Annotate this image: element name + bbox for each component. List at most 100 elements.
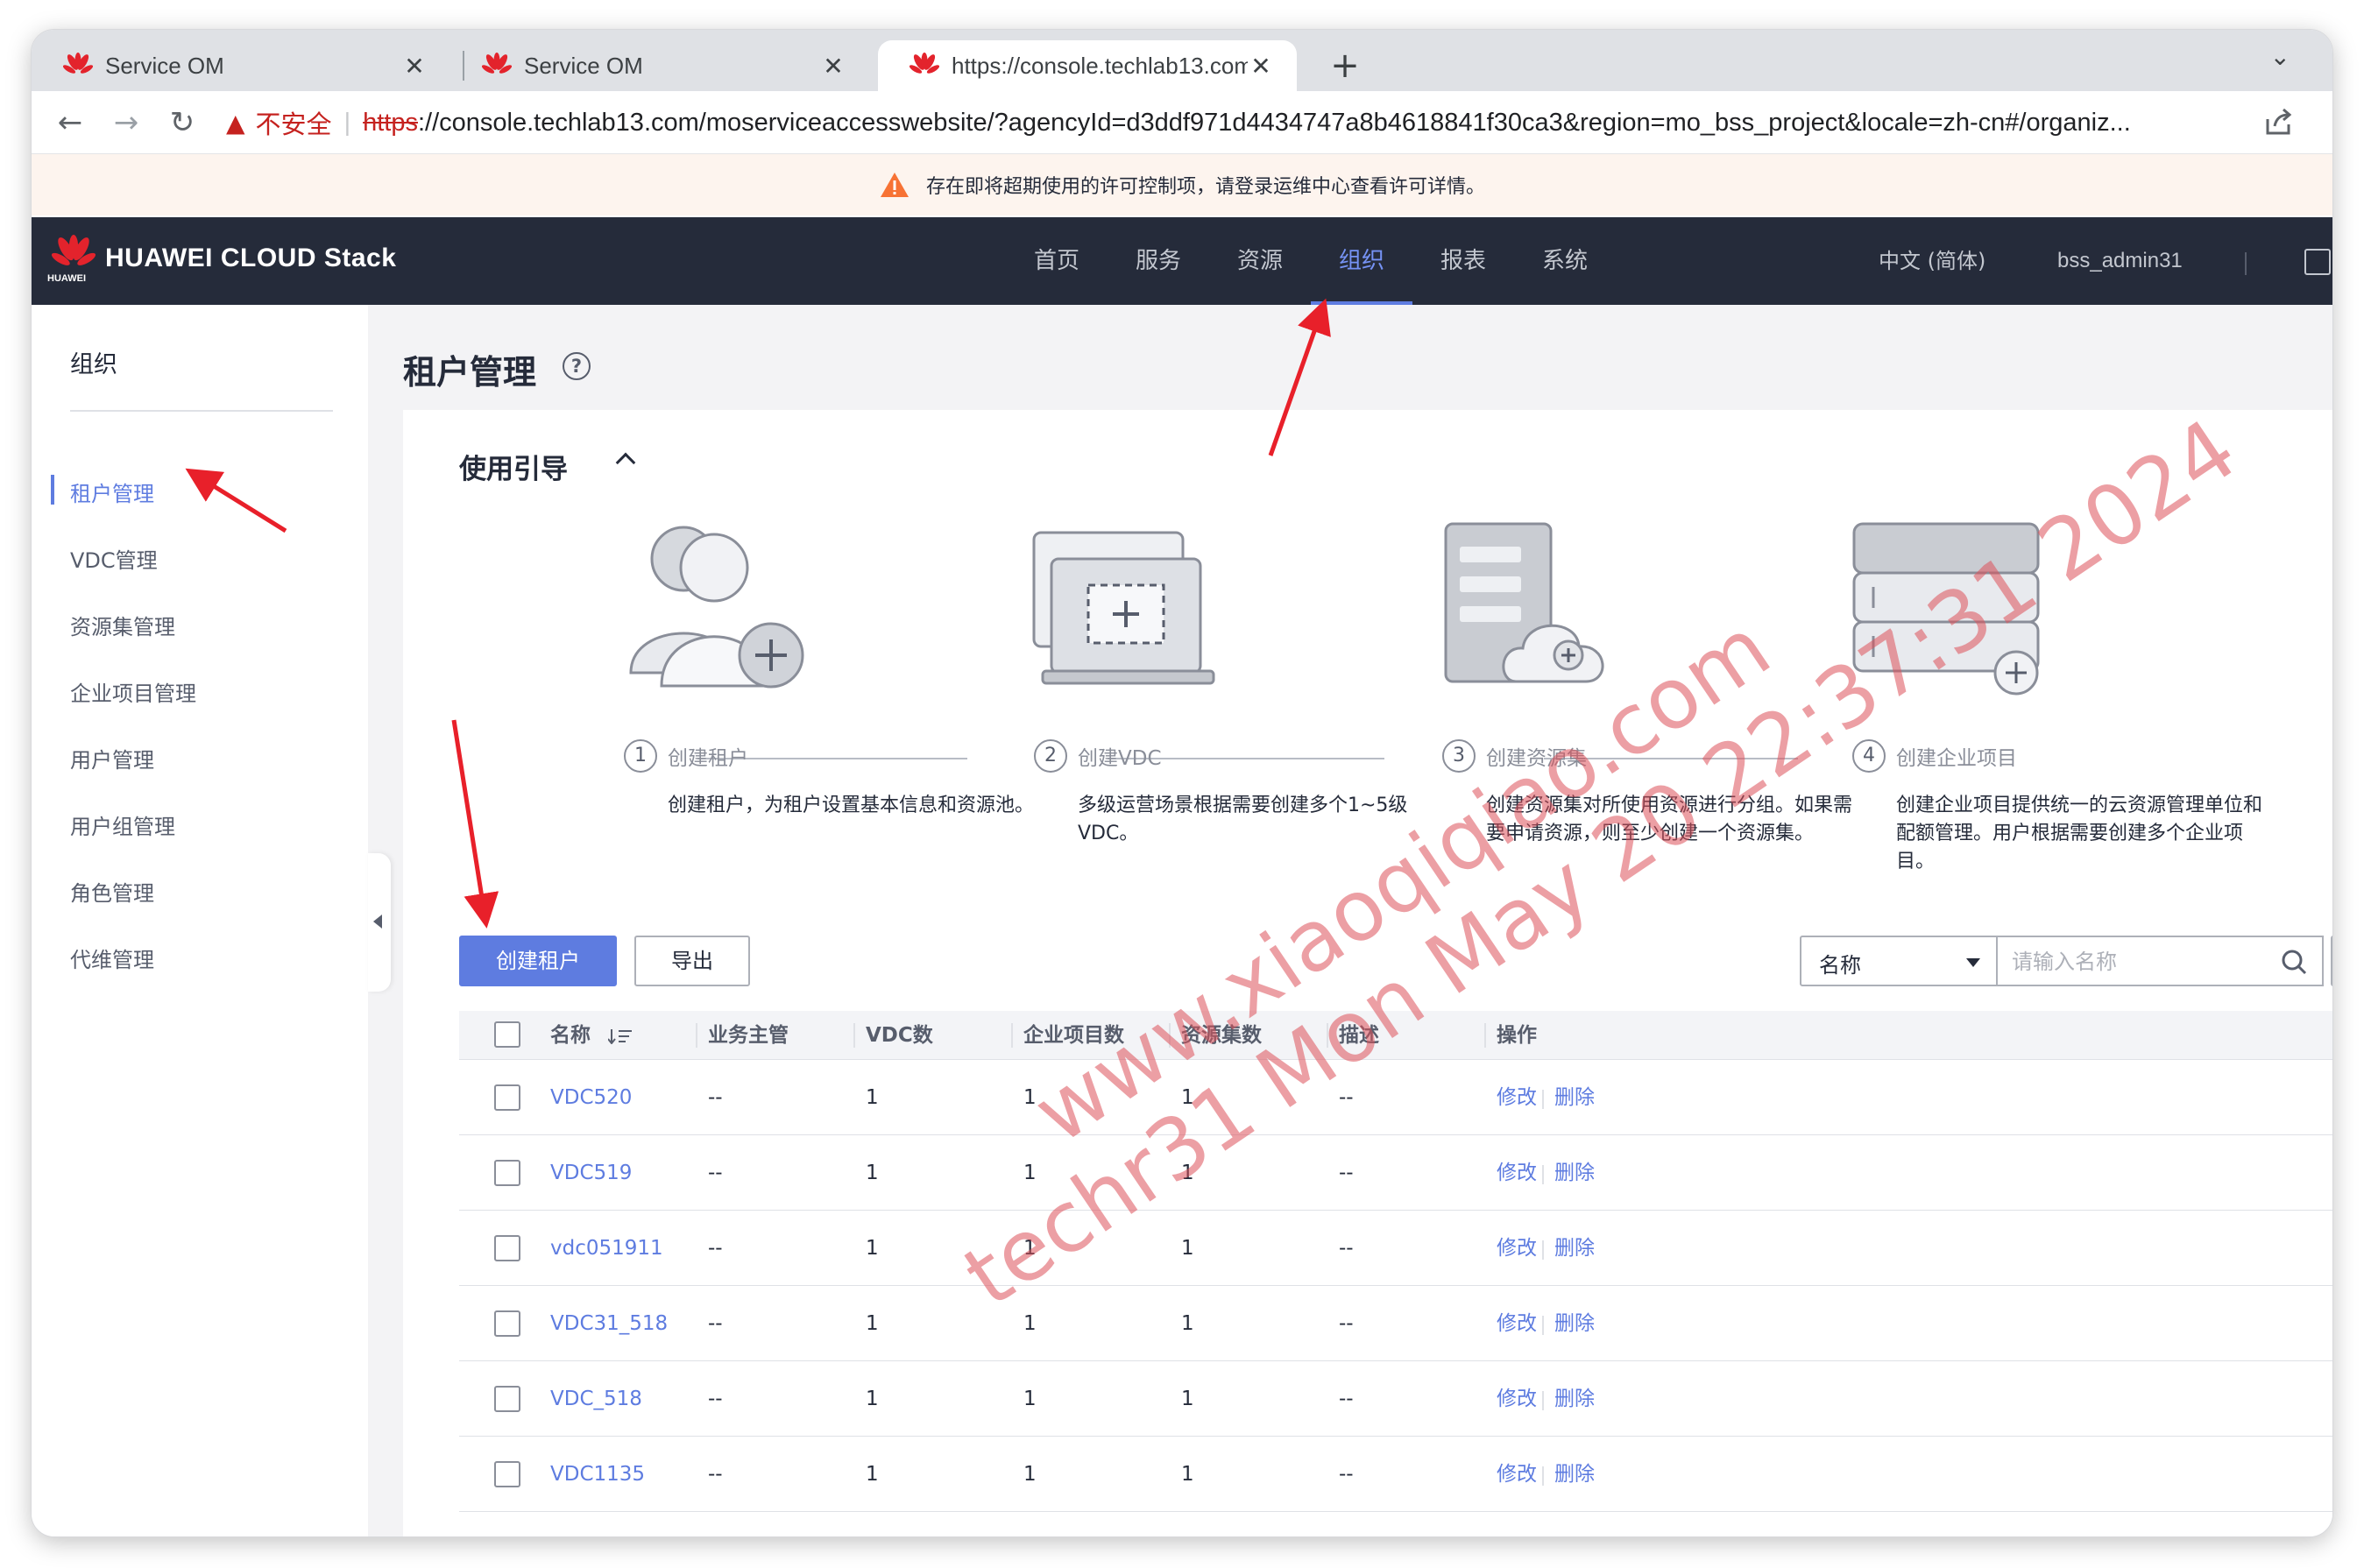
edit-link[interactable]: 修改 xyxy=(1497,1361,1537,1437)
sidebar-item-tenant[interactable]: 租户管理 xyxy=(70,477,154,507)
reload-icon[interactable]: ↻ xyxy=(163,103,202,142)
sidebar-item-roles[interactable]: 角色管理 xyxy=(70,876,154,907)
cell-vdc-count: 1 xyxy=(866,1388,879,1410)
sidebar-divider xyxy=(70,410,333,412)
language-switcher[interactable]: 中文 (简体) xyxy=(1879,217,1985,305)
server-cloud-icon xyxy=(1444,522,1604,683)
row-checkbox[interactable] xyxy=(494,1084,520,1111)
forward-arrow-icon[interactable]: → xyxy=(107,103,145,142)
column-divider xyxy=(1011,1023,1013,1048)
edit-link[interactable]: 修改 xyxy=(1497,1211,1537,1286)
browser-tab-1[interactable]: Service OM ✕ xyxy=(32,40,450,91)
tab-search-chevron-icon[interactable]: ⌄ xyxy=(2270,42,2290,71)
share-icon[interactable] xyxy=(2262,107,2294,138)
tenant-name-link[interactable]: VDC519 xyxy=(550,1135,632,1211)
tenant-name-link[interactable]: vdc051911 xyxy=(550,1211,663,1286)
delete-link[interactable]: 删除 xyxy=(1554,1211,1595,1286)
browser-tab-2[interactable]: Service OM ✕ xyxy=(450,40,869,91)
sidebar-item-user-groups[interactable]: 用户组管理 xyxy=(70,809,175,840)
step-description: 创建企业项目提供统一的云资源管理单位和配额管理。用户根据需要创建多个企业项目。 xyxy=(1896,795,2263,872)
table-row: VDC_518 -- 1 1 1 -- 修改 删除 xyxy=(459,1361,2332,1437)
sidebar-item-resource-set[interactable]: 资源集管理 xyxy=(70,610,175,640)
close-tab-icon[interactable]: ✕ xyxy=(1248,52,1274,81)
create-tenant-button[interactable]: 创建租户 xyxy=(459,936,617,986)
search-input[interactable] xyxy=(2012,946,2257,978)
nav-system[interactable]: 系统 xyxy=(1514,217,1616,305)
nav-reports[interactable]: 报表 xyxy=(1412,217,1514,305)
nav-organization[interactable]: 组织 xyxy=(1311,217,1412,305)
filter-extra-button[interactable] xyxy=(2331,936,2332,986)
tenant-name-link[interactable]: VDC_518 xyxy=(550,1361,642,1437)
huawei-logo-icon xyxy=(63,53,93,74)
step-number: 4 xyxy=(1852,739,1886,773)
column-header-projects: 企业项目数 xyxy=(1023,1024,1124,1047)
huawei-logo-icon xyxy=(910,53,939,74)
sidebar-item-maintenance[interactable]: 代维管理 xyxy=(70,943,154,973)
row-checkbox[interactable] xyxy=(494,1461,520,1487)
row-checkbox[interactable] xyxy=(494,1386,520,1412)
nav-services[interactable]: 服务 xyxy=(1108,217,1209,305)
guide-title[interactable]: 使用引导 xyxy=(459,447,568,486)
browser-tab-3[interactable]: https://console.techlab13.com ✕ xyxy=(878,40,1297,91)
cell-project-count: 1 xyxy=(1023,1162,1037,1184)
select-all-checkbox[interactable] xyxy=(494,1021,520,1048)
tenant-name-link[interactable]: VDC31_518 xyxy=(550,1286,668,1361)
address-divider: | xyxy=(343,108,351,137)
close-tab-icon[interactable]: ✕ xyxy=(820,52,846,81)
address-bar[interactable]: ▲ 不安全 | https ://console.techlab13.com/m… xyxy=(226,102,2245,144)
new-tab-button[interactable]: + xyxy=(1323,44,1367,88)
nav-home[interactable]: 首页 xyxy=(1006,217,1108,305)
database-add-icon xyxy=(1852,522,2040,696)
column-header-name[interactable]: 名称 xyxy=(550,1011,591,1060)
delete-link[interactable]: 删除 xyxy=(1554,1060,1595,1135)
table-row: VDC520 -- 1 1 1 -- 修改 删除 xyxy=(459,1060,2332,1135)
sidebar-item-vdc[interactable]: VDC管理 xyxy=(70,543,158,574)
step-number: 1 xyxy=(624,739,657,773)
notification-icon[interactable] xyxy=(2304,249,2331,275)
search-icon[interactable] xyxy=(2280,948,2308,976)
edit-link[interactable]: 修改 xyxy=(1497,1286,1537,1361)
user-menu[interactable]: bss_admin31 xyxy=(2057,217,2183,305)
sidebar-collapse-button[interactable] xyxy=(368,853,391,992)
edit-link[interactable]: 修改 xyxy=(1497,1135,1537,1211)
column-header-description: 描述 xyxy=(1339,1024,1379,1047)
chevron-up-icon[interactable] xyxy=(615,452,636,473)
sidebar-item-users[interactable]: 用户管理 xyxy=(70,743,154,773)
op-divider xyxy=(1542,1391,1544,1410)
column-header-vdc: VDC数 xyxy=(866,1024,933,1047)
tenant-name-link[interactable]: VDC1135 xyxy=(550,1437,645,1512)
sort-icon[interactable] xyxy=(608,1028,633,1044)
huawei-cloud-stack-logo[interactable]: HUAWEI HUAWEI CLOUD Stack xyxy=(47,235,396,287)
huawei-logo-icon xyxy=(482,53,512,74)
row-checkbox[interactable] xyxy=(494,1235,520,1261)
row-checkbox[interactable] xyxy=(494,1310,520,1337)
sidebar-item-enterprise-project[interactable]: 企业项目管理 xyxy=(70,676,196,707)
edit-link[interactable]: 修改 xyxy=(1497,1437,1537,1512)
edit-link[interactable]: 修改 xyxy=(1497,1060,1537,1135)
nav-resources[interactable]: 资源 xyxy=(1209,217,1311,305)
close-tab-icon[interactable]: ✕ xyxy=(401,52,428,81)
delete-link[interactable]: 删除 xyxy=(1554,1361,1595,1437)
cell-resource-set-count: 1 xyxy=(1181,1388,1194,1410)
table-header: 名称 业务主管 VDC数 企业项目数 资源集数 描述 操作 xyxy=(459,1011,2332,1060)
cell-project-count: 1 xyxy=(1023,1388,1037,1410)
column-header-actions: 操作 xyxy=(1497,1024,1537,1047)
row-checkbox[interactable] xyxy=(494,1160,520,1186)
step-description: 创建资源集对所使用资源进行分组。如果需要申请资源，则至少创建一个资源集。 xyxy=(1486,795,1853,844)
security-label: 不安全 xyxy=(255,111,332,139)
delete-link[interactable]: 删除 xyxy=(1554,1135,1595,1211)
tenant-name-link[interactable]: VDC520 xyxy=(550,1060,632,1135)
caret-down-icon xyxy=(1966,958,1980,967)
help-icon[interactable]: ? xyxy=(563,352,591,380)
export-button[interactable]: 导出 xyxy=(634,936,750,986)
cell-vdc-count: 1 xyxy=(866,1162,879,1184)
delete-link[interactable]: 删除 xyxy=(1554,1437,1595,1512)
column-divider xyxy=(696,1023,697,1048)
laptop-add-icon xyxy=(1032,531,1215,685)
back-arrow-icon[interactable]: ← xyxy=(51,103,89,142)
content-card: 使用引导 1 创建租户 2 创建VDC 3 创建资源集 4 创建企业项目 创建租… xyxy=(403,410,2332,1536)
filter-field-select[interactable]: 名称 xyxy=(1800,936,1998,986)
guide-step-4: 4 创建企业项目 xyxy=(1852,739,2017,773)
cell-resource-set-count: 1 xyxy=(1181,1162,1194,1184)
delete-link[interactable]: 删除 xyxy=(1554,1286,1595,1361)
